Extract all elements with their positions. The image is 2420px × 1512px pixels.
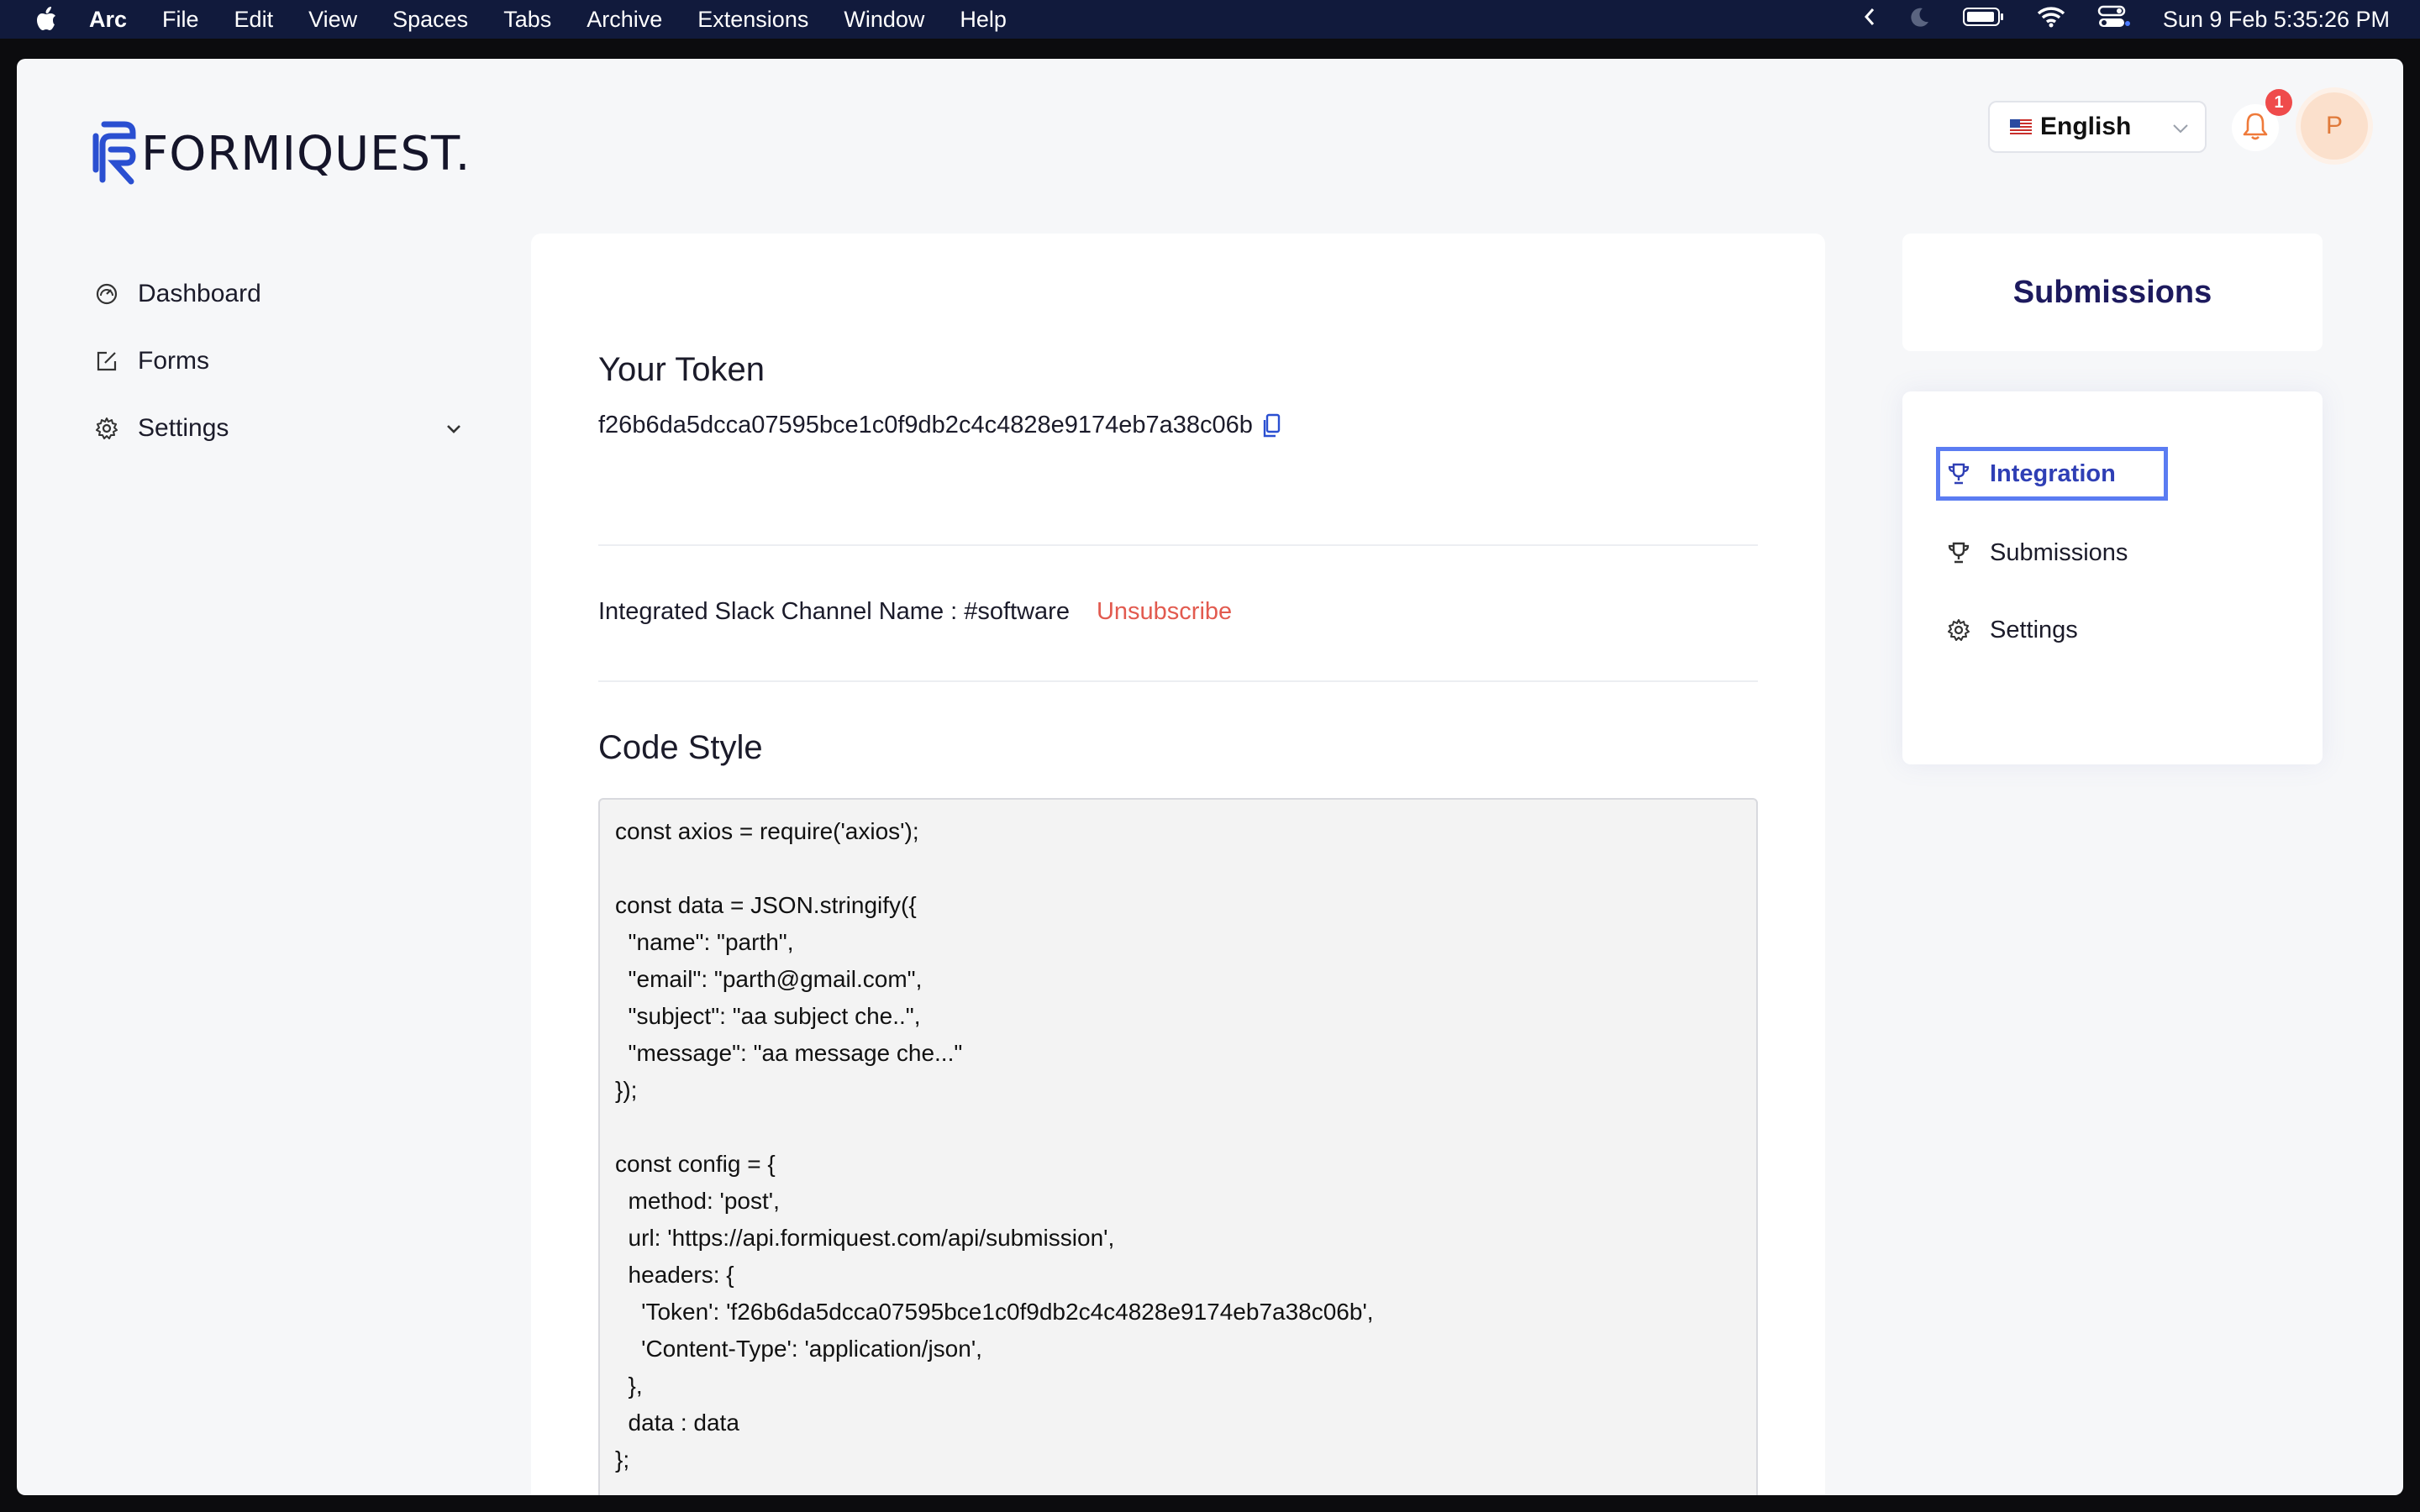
submissions-title-card: Submissions: [1902, 234, 2323, 351]
language-select[interactable]: English: [1988, 101, 2207, 153]
sidebar-item-label: Dashboard: [138, 280, 261, 307]
logo-text: FORMIQUEST.: [141, 127, 471, 181]
menu-item-submissions[interactable]: Submissions: [1936, 526, 2168, 580]
menu-item-settings[interactable]: Settings: [1936, 603, 2168, 657]
apple-menu-icon[interactable]: [35, 7, 57, 32]
chevron-down-icon: [2171, 116, 2190, 144]
sidebar-item-dashboard[interactable]: Dashboard: [94, 260, 464, 328]
us-flag-icon: [2010, 119, 2032, 134]
divider: [598, 544, 1758, 546]
edit-form-icon: [94, 349, 119, 374]
menu-archive[interactable]: Archive: [587, 7, 662, 33]
token-row: f26b6da5dcca07595bce1c0f9db2c4c4828e9174…: [598, 412, 1281, 439]
menu-item-integration[interactable]: Integration: [1936, 447, 2168, 501]
sidebar-item-forms[interactable]: Forms: [94, 328, 464, 395]
chevron-left-icon[interactable]: [1864, 7, 1876, 33]
sidebar-nav: Dashboard Forms Settings: [94, 260, 464, 462]
menu-window[interactable]: Window: [844, 7, 924, 33]
panel-title: Submissions: [2012, 274, 2212, 310]
unsubscribe-link[interactable]: Unsubscribe: [1097, 598, 1232, 626]
status-area: Sun 9 Feb 5:35:26 PM: [1864, 0, 2390, 39]
menu-help[interactable]: Help: [960, 7, 1007, 33]
chevron-down-icon[interactable]: [444, 417, 464, 445]
menu-edit[interactable]: Edit: [234, 7, 274, 33]
slack-channel-label: Integrated Slack Channel Name : #softwar…: [598, 598, 1070, 625]
dashboard-gauge-icon: [94, 281, 119, 307]
sidebar-item-label: Forms: [138, 347, 209, 375]
form-menu-card: Integration Submissions Settings: [1902, 391, 2323, 764]
wifi-icon[interactable]: [2037, 6, 2065, 34]
control-center-icon[interactable]: [2097, 5, 2131, 34]
notification-count-badge: 1: [2265, 89, 2292, 116]
trophy-icon: [1946, 461, 1971, 486]
menu-tabs[interactable]: Tabs: [503, 7, 551, 33]
menu-item-label: Settings: [1990, 616, 2078, 643]
copy-icon[interactable]: [1261, 413, 1281, 438]
integration-card: Your Token f26b6da5dcca07595bce1c0f9db2c…: [531, 234, 1825, 1495]
battery-icon[interactable]: [1962, 7, 2005, 33]
language-label: English: [2040, 113, 2132, 140]
user-avatar[interactable]: P: [2301, 92, 2368, 160]
token-value: f26b6da5dcca07595bce1c0f9db2c4c4828e9174…: [598, 412, 1253, 438]
menu-view[interactable]: View: [308, 7, 357, 33]
menu-extensions[interactable]: Extensions: [697, 7, 808, 33]
gear-icon: [94, 416, 119, 441]
clock-text[interactable]: Sun 9 Feb 5:35:26 PM: [2163, 7, 2390, 33]
code-style-heading: Code Style: [598, 729, 763, 766]
sidebar-item-label: Settings: [138, 414, 229, 442]
brand-logo[interactable]: FORMIQUEST.: [92, 119, 471, 189]
sidebar-item-settings[interactable]: Settings: [94, 395, 464, 462]
token-heading: Your Token: [598, 351, 765, 388]
trophy-icon: [1946, 540, 1971, 565]
browser-window: FORMIQUEST. English 1 P Dashboard Forms: [17, 59, 2403, 1495]
gear-icon: [1946, 617, 1971, 643]
menu-spaces[interactable]: Spaces: [392, 7, 468, 33]
menu-file[interactable]: File: [162, 7, 199, 33]
menu-item-label: Integration: [1990, 459, 2116, 487]
moon-icon[interactable]: [1907, 5, 1931, 34]
bell-icon: [2243, 112, 2268, 144]
divider: [598, 680, 1758, 682]
system-menu-bar: Arc File Edit View Spaces Tabs Archive E…: [0, 0, 2420, 39]
menu-item-label: Submissions: [1990, 538, 2128, 566]
slack-channel-row: Integrated Slack Channel Name : #softwar…: [598, 598, 1232, 626]
code-snippet-block[interactable]: const axios = require('axios'); const da…: [598, 798, 1758, 1495]
menu-app-name[interactable]: Arc: [89, 7, 127, 33]
formiquest-logo-icon: [92, 119, 138, 189]
